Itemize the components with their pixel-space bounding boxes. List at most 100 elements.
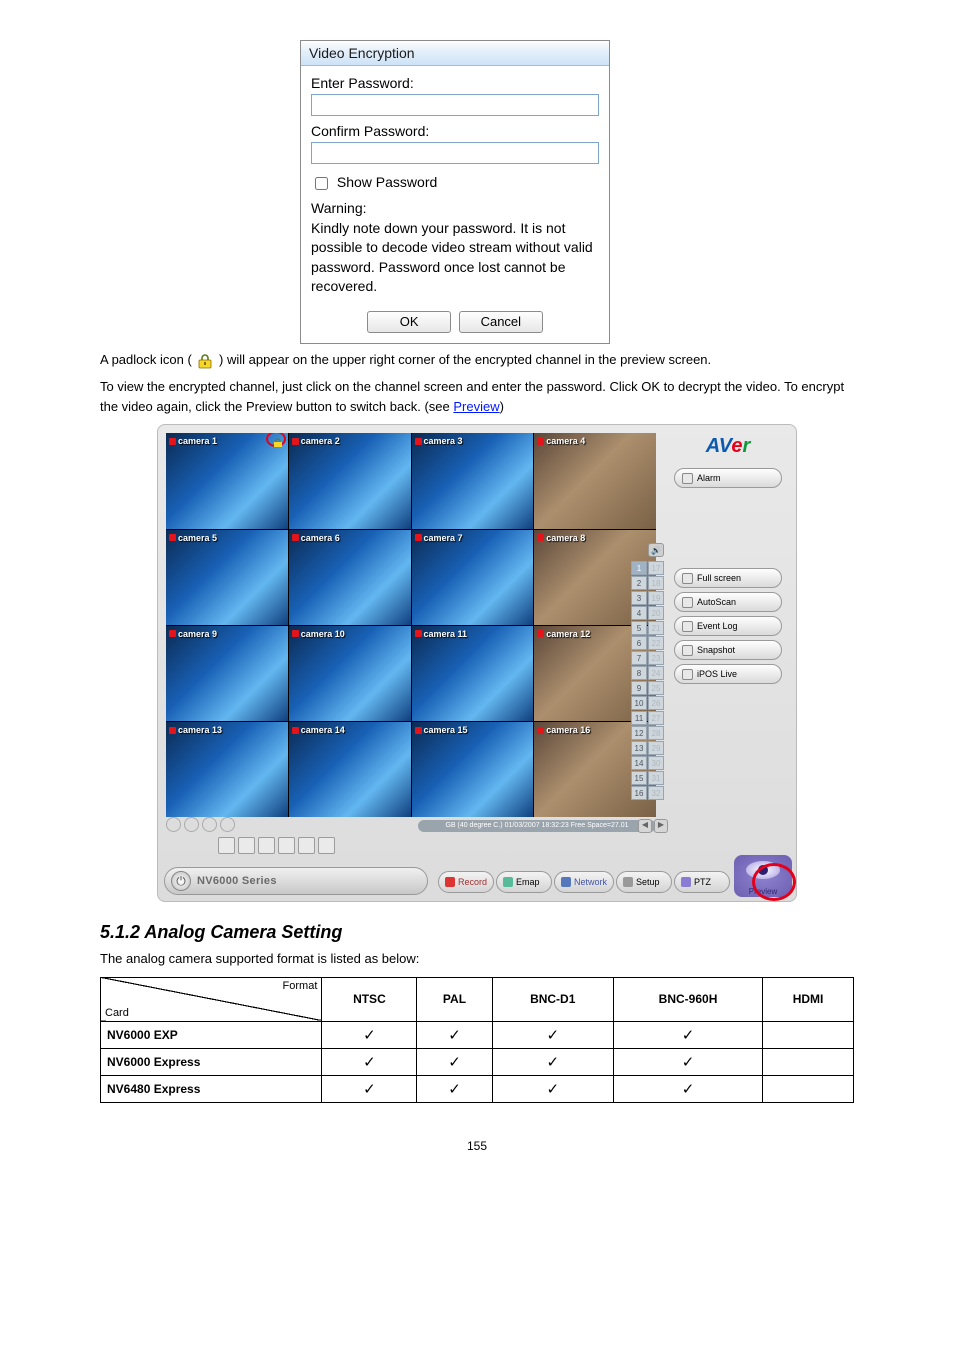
camera-number-button[interactable]: 16 [631, 786, 647, 800]
camera-number-button[interactable]: 10 [631, 696, 647, 710]
camera-tile[interactable]: camera 13 [166, 722, 288, 817]
camera-number-button[interactable]: 25 [648, 681, 664, 695]
camera-label: camera 13 [169, 725, 222, 735]
setup-button[interactable]: Setup [616, 871, 672, 893]
camera-number-button[interactable]: 14 [631, 756, 647, 770]
camera-number-button[interactable]: 9 [631, 681, 647, 695]
table-row-header: NV6480 Express [101, 1075, 322, 1102]
snapshot-button[interactable]: Snapshot [674, 640, 782, 660]
camera-tile[interactable]: camera 7 [412, 530, 534, 625]
camera-number-button[interactable]: 26 [648, 696, 664, 710]
ctl-icon[interactable] [166, 817, 181, 832]
camera-number-button[interactable]: 2 [631, 576, 647, 590]
table-cell [763, 1075, 854, 1102]
camera-tile[interactable]: camera 4 [534, 433, 656, 528]
control-icons [166, 817, 235, 832]
emap-button[interactable]: Emap [496, 871, 552, 893]
ok-button[interactable]: OK [367, 311, 451, 333]
camera-label: camera 2 [292, 436, 340, 446]
show-password-checkbox[interactable] [315, 177, 328, 190]
camera-tile[interactable]: camera 11 [412, 626, 534, 721]
alarm-button[interactable]: Alarm [674, 468, 782, 488]
table-cell: ✓ [322, 1048, 417, 1075]
camera-number-button[interactable]: 21 [648, 621, 664, 635]
ptz-button[interactable]: PTZ [674, 871, 730, 893]
table-row-header: NV6000 Express [101, 1048, 322, 1075]
camera-number-button[interactable]: 17 [648, 561, 664, 575]
ctl-icon[interactable] [220, 817, 235, 832]
camera-number-button[interactable]: 27 [648, 711, 664, 725]
layout-button[interactable] [298, 837, 315, 854]
layout-button[interactable] [278, 837, 295, 854]
camera-tile[interactable]: camera 3 [412, 433, 534, 528]
status-bar: GB (40 degree C.) 01/03/2007 18:32:23 Fr… [418, 820, 656, 832]
camera-number-button[interactable]: 4 [631, 606, 647, 620]
camera-number-button[interactable]: 19 [648, 591, 664, 605]
padlock-paragraph: A padlock icon ( ) will appear on the up… [100, 350, 854, 370]
camera-number-button[interactable]: 30 [648, 756, 664, 770]
table-row: NV6000 Express✓✓✓✓ [101, 1048, 854, 1075]
camera-label: camera 1 [169, 436, 217, 446]
cancel-button[interactable]: Cancel [459, 311, 543, 333]
camera-number-button[interactable]: 7 [631, 651, 647, 665]
section-heading: 5.1.2 Analog Camera Setting [100, 922, 854, 943]
preview-link[interactable]: Preview [453, 399, 499, 414]
enter-password-input[interactable] [311, 94, 599, 116]
camera-number-button[interactable]: 18 [648, 576, 664, 590]
fullscreen-button[interactable]: Full screen [674, 568, 782, 588]
page-number: 155 [100, 1139, 854, 1153]
ctl-icon[interactable] [184, 817, 199, 832]
camera-number-block: 1172183194205216227238249251026112712281… [631, 561, 664, 800]
table-cell: ✓ [492, 1048, 613, 1075]
camera-tile[interactable]: camera 1 [166, 433, 288, 528]
camera-number-button[interactable]: 23 [648, 651, 664, 665]
camera-number-button[interactable]: 13 [631, 741, 647, 755]
camera-number-button[interactable]: 8 [631, 666, 647, 680]
camera-tile[interactable]: camera 6 [289, 530, 411, 625]
network-button[interactable]: Network [554, 871, 614, 893]
camera-number-button[interactable]: 12 [631, 726, 647, 740]
power-button[interactable]: ⏻ [171, 871, 191, 891]
layout-button[interactable] [258, 837, 275, 854]
preview-button[interactable]: Preview [734, 855, 792, 897]
table-row-header: NV6000 EXP [101, 1021, 322, 1048]
table-row: NV6000 EXP✓✓✓✓ [101, 1021, 854, 1048]
camera-tile[interactable]: camera 5 [166, 530, 288, 625]
camera-number-button[interactable]: 15 [631, 771, 647, 785]
eventlog-button[interactable]: Event Log [674, 616, 782, 636]
camera-tile[interactable]: camera 10 [289, 626, 411, 721]
confirm-password-input[interactable] [311, 142, 599, 164]
camera-number-button[interactable]: 11 [631, 711, 647, 725]
camera-tile[interactable]: camera 14 [289, 722, 411, 817]
layout-button[interactable] [218, 837, 235, 854]
view-encrypted-paragraph: To view the encrypted channel, just clic… [100, 377, 854, 416]
audio-icon[interactable]: 🔊 [648, 543, 664, 557]
table-col-header: NTSC [322, 977, 417, 1021]
layout-button[interactable] [318, 837, 335, 854]
dialog-title: Video Encryption [301, 41, 609, 66]
camera-number-button[interactable]: 20 [648, 606, 664, 620]
camera-number-button[interactable]: 28 [648, 726, 664, 740]
camera-number-button[interactable]: 24 [648, 666, 664, 680]
camera-tile[interactable]: camera 2 [289, 433, 411, 528]
poslive-button[interactable]: iPOS Live [674, 664, 782, 684]
camera-number-button[interactable]: 3 [631, 591, 647, 605]
layout-button[interactable] [238, 837, 255, 854]
camera-number-button[interactable]: 22 [648, 636, 664, 650]
camera-number-button[interactable]: 5 [631, 621, 647, 635]
ctl-icon[interactable] [202, 817, 217, 832]
camera-number-button[interactable]: 32 [648, 786, 664, 800]
table-col-header: BNC-D1 [492, 977, 613, 1021]
camera-tile[interactable]: camera 15 [412, 722, 534, 817]
nav-icon[interactable]: ◀ [638, 819, 652, 833]
autoscan-button[interactable]: AutoScan [674, 592, 782, 612]
record-button[interactable]: Record [438, 871, 494, 893]
confirm-password-label: Confirm Password: [311, 123, 599, 139]
camera-number-button[interactable]: 31 [648, 771, 664, 785]
model-label: NV6000 Series [197, 875, 277, 887]
camera-number-button[interactable]: 29 [648, 741, 664, 755]
table-col-header: PAL [417, 977, 492, 1021]
camera-number-button[interactable]: 6 [631, 636, 647, 650]
camera-number-button[interactable]: 1 [631, 561, 647, 575]
camera-tile[interactable]: camera 9 [166, 626, 288, 721]
